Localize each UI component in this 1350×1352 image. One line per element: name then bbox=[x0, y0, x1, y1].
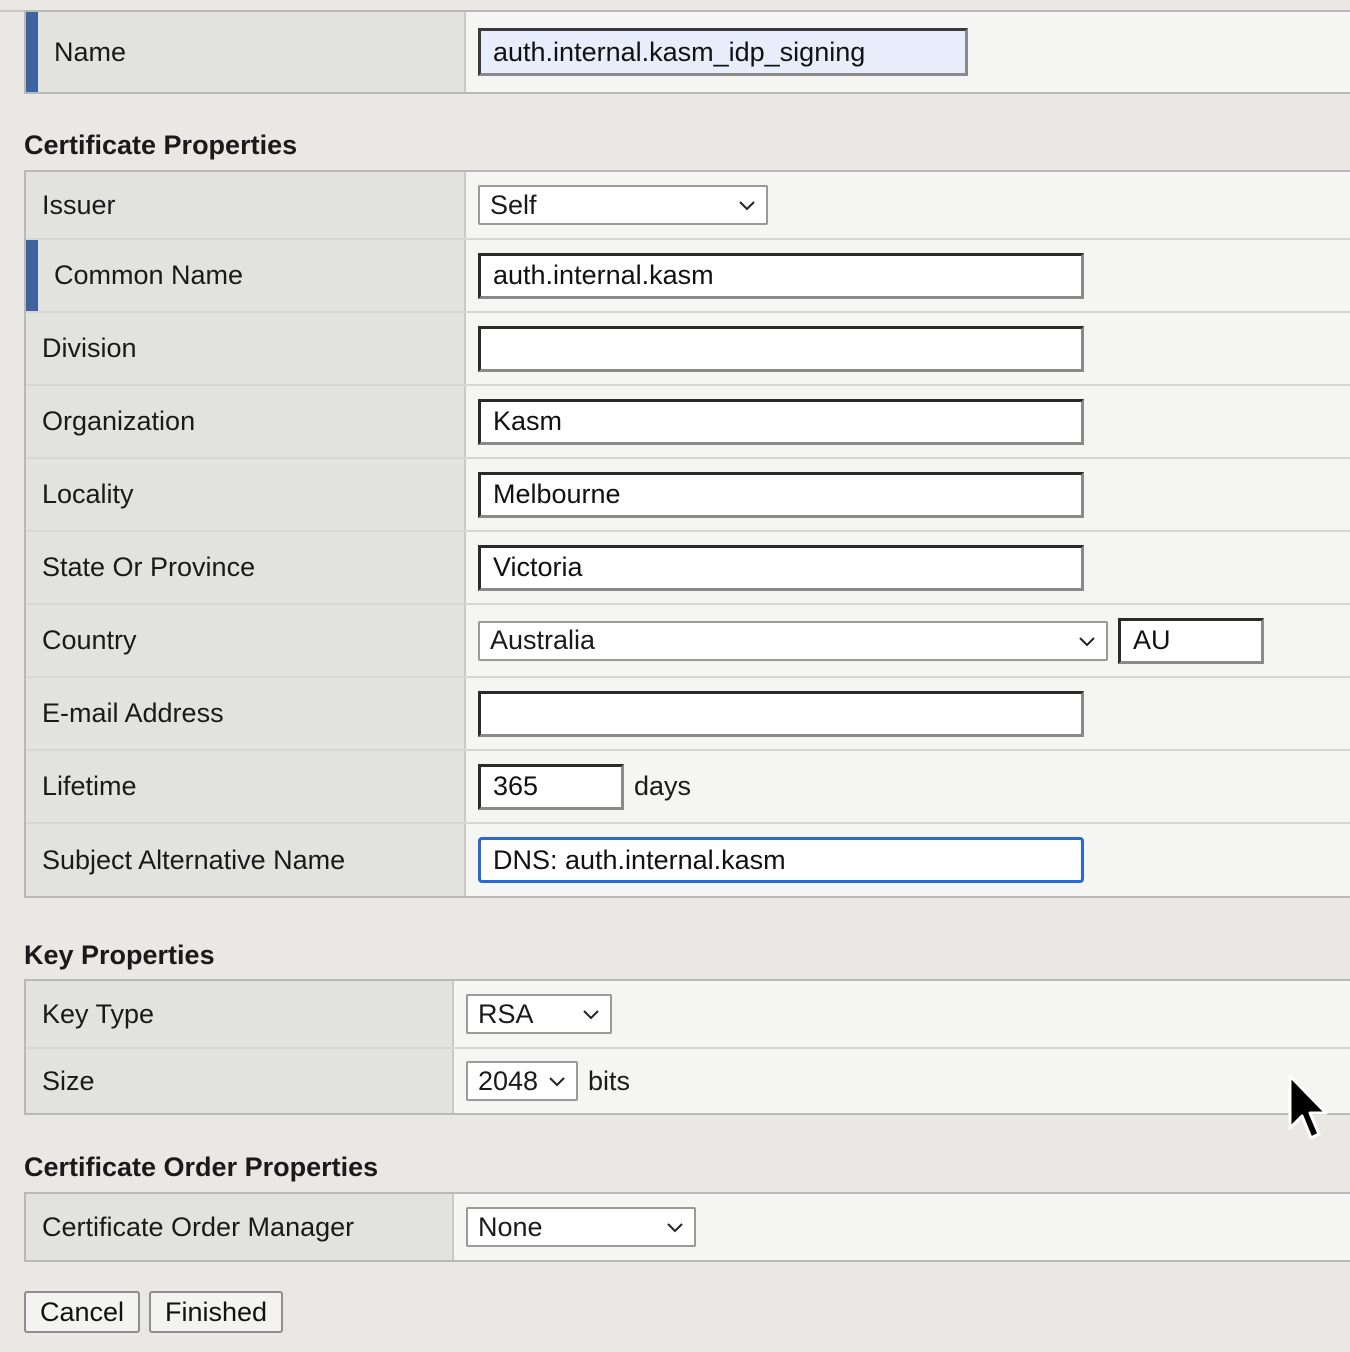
issuer-select[interactable]: Self bbox=[478, 185, 768, 225]
locality-cell bbox=[466, 459, 1350, 530]
name-cell bbox=[466, 12, 1350, 92]
row-key-type: Key Type RSA bbox=[26, 981, 1350, 1047]
certificate-properties-heading: Certificate Properties bbox=[24, 130, 298, 160]
row-organization: Organization bbox=[26, 384, 1350, 457]
order-manager-label: Certificate Order Manager bbox=[26, 1194, 454, 1260]
row-san: Subject Alternative Name bbox=[26, 822, 1350, 896]
certificate-order-properties-heading: Certificate Order Properties bbox=[24, 1152, 379, 1182]
row-common-name: Common Name bbox=[26, 238, 1350, 311]
certificate-properties-table: Issuer Self Common Name Division Organiz… bbox=[24, 170, 1350, 898]
row-size: Size 2048 bits bbox=[26, 1047, 1350, 1113]
division-label: Division bbox=[26, 313, 466, 384]
san-input[interactable] bbox=[478, 837, 1084, 883]
row-issuer: Issuer Self bbox=[26, 172, 1350, 238]
locality-input[interactable] bbox=[478, 471, 1084, 518]
organization-input[interactable] bbox=[478, 398, 1084, 445]
division-input[interactable] bbox=[478, 325, 1084, 372]
key-type-label: Key Type bbox=[26, 981, 454, 1047]
common-name-cell bbox=[466, 240, 1350, 311]
size-cell: 2048 bits bbox=[454, 1049, 1350, 1113]
email-input[interactable] bbox=[478, 690, 1084, 737]
country-code-input[interactable] bbox=[1118, 617, 1264, 664]
issuer-selected-value: Self bbox=[490, 189, 537, 220]
order-properties-table: Certificate Order Manager None bbox=[24, 1192, 1350, 1262]
lifetime-input[interactable] bbox=[478, 763, 624, 810]
san-cell bbox=[466, 824, 1350, 896]
key-type-select[interactable]: RSA bbox=[466, 994, 612, 1034]
mouse-pointer-icon bbox=[1288, 1074, 1328, 1140]
san-label: Subject Alternative Name bbox=[26, 824, 466, 896]
order-manager-cell: None bbox=[454, 1194, 1350, 1260]
lifetime-cell: days bbox=[466, 751, 1350, 822]
country-selected-value: Australia bbox=[490, 625, 596, 655]
country-cell: Australia bbox=[466, 605, 1350, 676]
email-label: E-mail Address bbox=[26, 678, 466, 749]
key-properties-table: Key Type RSA Size 2048 bits bbox=[24, 979, 1350, 1115]
name-label: Name bbox=[26, 12, 466, 92]
common-name-label: Common Name bbox=[26, 240, 466, 311]
locality-label: Locality bbox=[26, 459, 466, 530]
key-type-selected-value: RSA bbox=[478, 998, 534, 1029]
common-name-input[interactable] bbox=[478, 252, 1084, 299]
size-unit: bits bbox=[588, 1065, 631, 1096]
row-locality: Locality bbox=[26, 457, 1350, 530]
key-type-cell: RSA bbox=[454, 981, 1350, 1047]
state-label: State Or Province bbox=[26, 532, 466, 603]
order-manager-selected-value: None bbox=[478, 1211, 543, 1242]
size-select[interactable]: 2048 bbox=[466, 1061, 578, 1101]
key-properties-heading: Key Properties bbox=[24, 940, 215, 970]
lifetime-unit: days bbox=[634, 771, 692, 801]
row-email: E-mail Address bbox=[26, 676, 1350, 749]
state-cell bbox=[466, 532, 1350, 603]
row-lifetime: Lifetime days bbox=[26, 749, 1350, 822]
chevron-down-icon bbox=[583, 1010, 599, 1020]
row-state: State Or Province bbox=[26, 530, 1350, 603]
organization-cell bbox=[466, 386, 1350, 457]
chevron-down-icon bbox=[1079, 636, 1095, 646]
chevron-down-icon bbox=[549, 1077, 565, 1087]
size-label: Size bbox=[26, 1049, 454, 1113]
organization-label: Organization bbox=[26, 386, 466, 457]
size-selected-value: 2048 bbox=[478, 1065, 539, 1096]
state-input[interactable] bbox=[478, 544, 1084, 591]
issuer-cell: Self bbox=[466, 172, 1350, 238]
country-select[interactable]: Australia bbox=[478, 620, 1108, 661]
order-manager-select[interactable]: None bbox=[466, 1207, 696, 1247]
row-division: Division bbox=[26, 311, 1350, 384]
email-cell bbox=[466, 678, 1350, 749]
cancel-button[interactable]: Cancel bbox=[24, 1291, 141, 1333]
chevron-down-icon bbox=[739, 201, 755, 211]
country-label: Country bbox=[26, 605, 466, 676]
lifetime-label: Lifetime bbox=[26, 751, 466, 822]
division-cell bbox=[466, 313, 1350, 384]
issuer-label: Issuer bbox=[26, 172, 466, 238]
name-input[interactable] bbox=[478, 28, 968, 76]
finished-button[interactable]: Finished bbox=[149, 1291, 284, 1333]
row-order-manager: Certificate Order Manager None bbox=[26, 1194, 1350, 1260]
chevron-down-icon bbox=[667, 1223, 683, 1233]
row-name: Name bbox=[26, 12, 1350, 92]
row-country: Country Australia bbox=[26, 603, 1350, 676]
general-properties-table: Name bbox=[24, 10, 1350, 94]
